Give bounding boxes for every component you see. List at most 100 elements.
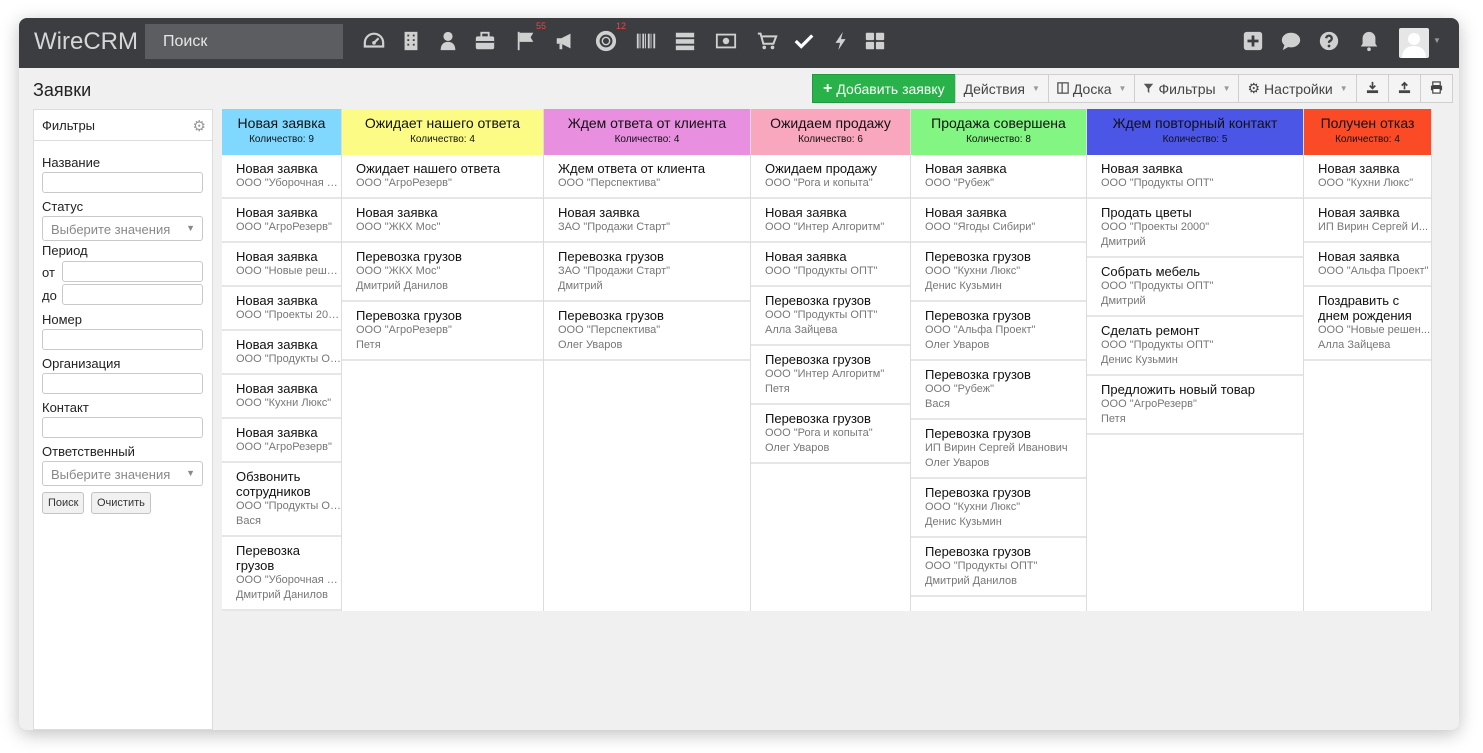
- request-card[interactable]: Новая заявка ООО "Кухни Люкс": [1304, 155, 1431, 199]
- cart-icon[interactable]: [755, 30, 779, 54]
- request-card[interactable]: Перевозка грузов ООО "Альфа Проект" Олег У…: [911, 302, 1086, 361]
- server-icon[interactable]: [673, 30, 697, 54]
- board-view-dropdown[interactable]: Доска ▼: [1047, 74, 1136, 103]
- request-card[interactable]: Новая заявка ООО "Продукты ОПТ": [751, 243, 910, 287]
- notification-badge: 12: [615, 21, 626, 31]
- request-card[interactable]: Ждем ответа от клиента ООО "Перспектива": [544, 155, 750, 199]
- card-responsible: Алла Зайцева: [1318, 339, 1391, 351]
- request-card[interactable]: Поздравить с днем рождения ООО "Новые реш…: [1304, 287, 1431, 361]
- actions-label: Действия: [963, 80, 1025, 97]
- request-card[interactable]: Новая заявка ООО "Ягоды Сибири": [911, 199, 1086, 243]
- request-card[interactable]: Новая заявка ООО "Продукты ОПТ": [1087, 155, 1303, 199]
- request-card[interactable]: Перевозка грузов ООО "Кухни Люкс" Денис Ку…: [911, 243, 1086, 302]
- responsible-select[interactable]: Выберите значения ▼: [42, 461, 203, 486]
- check-icon[interactable]: [792, 30, 816, 54]
- period-to-field[interactable]: [62, 284, 203, 305]
- chat-icon[interactable]: [1279, 30, 1303, 54]
- request-card[interactable]: Сделать ремонт ООО "Продукты ОПТ" Денис Ку…: [1087, 317, 1303, 376]
- column-header[interactable]: Ждем повторный контакт Количество: 5: [1087, 109, 1303, 155]
- request-card[interactable]: Новая заявка ООО "Интер Алгоритм": [751, 199, 910, 243]
- print-button[interactable]: [1419, 74, 1453, 103]
- add-request-button[interactable]: + Добавить заявку: [812, 74, 956, 103]
- clear-button[interactable]: Очистить: [91, 492, 151, 514]
- bolt-icon[interactable]: [829, 30, 853, 54]
- request-card[interactable]: Перевозка грузов ООО "Перспектива" Олег Ув…: [544, 302, 750, 361]
- request-card[interactable]: Перевозка грузов ИП Вирин Сергей Иванович…: [911, 420, 1086, 479]
- lifebuoy-icon[interactable]: 12: [594, 21, 626, 54]
- status-select[interactable]: Выберите значения ▼: [42, 216, 203, 241]
- search-button[interactable]: Поиск: [42, 492, 85, 514]
- name-field[interactable]: [42, 172, 203, 193]
- request-card[interactable]: Новая заявка ООО "Продукты ОПТ": [222, 331, 341, 375]
- request-card[interactable]: Собрать мебель ООО "Продукты ОПТ" Дмитрий: [1087, 258, 1303, 317]
- column-header[interactable]: Продажа совершена Количество: 8: [911, 109, 1086, 155]
- column-header[interactable]: Новая заявка Количество: 9: [222, 109, 341, 155]
- request-card[interactable]: Новая заявка ИП Вирин Сергей И...: [1304, 199, 1431, 243]
- period-from-field[interactable]: [62, 261, 203, 282]
- building-icon[interactable]: [399, 30, 423, 54]
- request-card[interactable]: Новая заявка ООО "Кухни Люкс": [222, 375, 341, 419]
- card-title: Новая заявка: [1318, 249, 1400, 264]
- briefcase-icon[interactable]: [473, 30, 497, 54]
- request-card[interactable]: Обзвонить сотрудников ООО "Продукты ОПТ" В…: [222, 463, 341, 537]
- request-card[interactable]: Перевозка грузов ООО "Интер Алгоритм" Петя: [751, 346, 910, 405]
- contact-field[interactable]: [42, 417, 203, 438]
- request-card[interactable]: Новая заявка ООО "Новые решен...: [222, 243, 341, 287]
- request-card[interactable]: Новая заявка ООО "АгроРезерв": [222, 419, 341, 463]
- help-icon[interactable]: [1317, 30, 1341, 54]
- organization-field[interactable]: [42, 373, 203, 394]
- download-button[interactable]: [1355, 74, 1389, 103]
- request-card[interactable]: Новая заявка ЗАО "Продажи Старт": [544, 199, 750, 243]
- search-input[interactable]: [145, 24, 343, 59]
- flag-icon[interactable]: 55: [514, 21, 546, 54]
- grid-icon[interactable]: [863, 30, 887, 54]
- app-logo[interactable]: WireCRM: [34, 28, 138, 56]
- request-card[interactable]: Перевозка грузов ООО "АгроРезерв" Петя: [342, 302, 543, 361]
- request-card[interactable]: Ожидаем продажу ООО "Рога и копыта": [751, 155, 910, 199]
- gear-icon[interactable]: ⚙: [193, 117, 206, 135]
- number-field[interactable]: [42, 329, 203, 350]
- request-card[interactable]: Предложить новый товар ООО "АгроРезерв" Пе…: [1087, 376, 1303, 435]
- upload-button[interactable]: [1387, 74, 1421, 103]
- plus-square-icon[interactable]: [1241, 30, 1265, 54]
- bell-icon[interactable]: [1357, 30, 1381, 54]
- request-card[interactable]: Новая заявка ООО "ЖКХ Мос": [342, 199, 543, 243]
- actions-dropdown[interactable]: Действия ▼: [954, 74, 1049, 103]
- column-header[interactable]: Ждем ответа от клиента Количество: 4: [544, 109, 750, 155]
- chevron-down-icon[interactable]: ▼: [1433, 36, 1441, 45]
- kanban-column: Ожидаем продажу Количество: 6 Ожидаем прод…: [751, 109, 911, 611]
- column-title: Ждем ответа от клиента: [567, 115, 727, 131]
- request-card[interactable]: Ожидает нашего ответа ООО "АгроРезерв": [342, 155, 543, 199]
- card-title: Новая заявка: [236, 293, 318, 308]
- request-card[interactable]: Новая заявка ООО "Уборочная Ко...: [222, 155, 341, 199]
- request-card[interactable]: Продать цветы ООО "Проекты 2000" Дмитрий: [1087, 199, 1303, 258]
- megaphone-icon[interactable]: [553, 30, 577, 54]
- plus-icon: +: [823, 79, 833, 97]
- filters-dropdown[interactable]: Фильтры ▼: [1134, 74, 1240, 103]
- card-title: Новая заявка: [1318, 161, 1400, 176]
- column-header[interactable]: Ожидаем продажу Количество: 6: [751, 109, 910, 155]
- request-card[interactable]: Новая заявка ООО "АгроРезерв": [222, 199, 341, 243]
- money-icon[interactable]: [714, 30, 738, 54]
- dashboard-icon[interactable]: [362, 30, 386, 54]
- column-header[interactable]: Ожидает нашего ответа Количество: 4: [342, 109, 543, 155]
- request-card[interactable]: Новая заявка ООО "Альфа Проект": [1304, 243, 1431, 287]
- column-header[interactable]: Получен отказ Количество: 4: [1304, 109, 1431, 155]
- request-card[interactable]: Перевозка грузов ООО "Продукты ОПТ" Алла З…: [751, 287, 910, 346]
- request-card[interactable]: Перевозка грузов ООО "Рубеж" Вася: [911, 361, 1086, 420]
- card-organization: ООО "ЖКХ Мос": [356, 221, 441, 233]
- request-card[interactable]: Перевозка грузов ООО "Продукты ОПТ" Дмитри…: [911, 538, 1086, 597]
- request-card[interactable]: Новая заявка ООО "Проекты 2000": [222, 287, 341, 331]
- card-title: Поздравить с днем рождения: [1318, 293, 1412, 323]
- request-card[interactable]: Перевозка грузов ООО "Рога и копыта" Олег …: [751, 405, 910, 464]
- barcode-icon[interactable]: [634, 30, 658, 54]
- request-card[interactable]: Перевозка грузов ЗАО "Продажи Старт" Дмитр…: [544, 243, 750, 302]
- user-icon[interactable]: [436, 30, 460, 54]
- request-card[interactable]: Перевозка грузов ООО "Кухни Люкс" Денис Ку…: [911, 479, 1086, 538]
- request-card[interactable]: Перевозка грузов ООО "ЖКХ Мос" Дмитрий Дан…: [342, 243, 543, 302]
- settings-dropdown[interactable]: ⚙ Настройки ▼: [1238, 74, 1357, 103]
- avatar[interactable]: [1399, 28, 1429, 58]
- name-label: Название: [42, 155, 101, 170]
- request-card[interactable]: Новая заявка ООО "Рубеж": [911, 155, 1086, 199]
- request-card[interactable]: Перевозка грузов ООО "Уборочная Ко... Дмит…: [222, 537, 341, 611]
